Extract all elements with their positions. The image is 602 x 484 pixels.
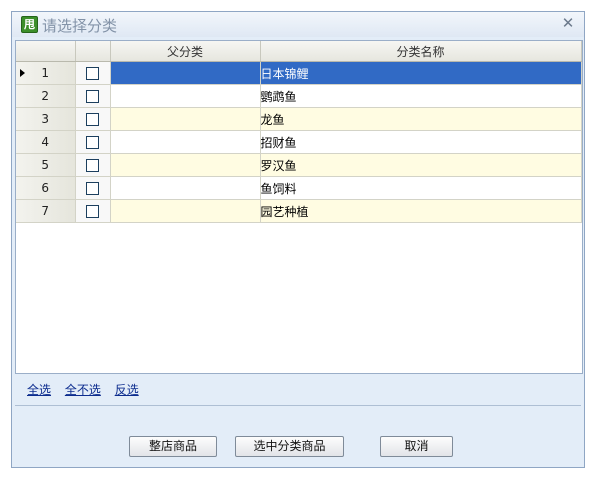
selected-category-products-button[interactable]: 选中分类商品 bbox=[235, 436, 344, 457]
row-checkbox[interactable] bbox=[86, 113, 99, 126]
close-icon[interactable]: ✕ bbox=[559, 14, 577, 32]
row-checkbox[interactable] bbox=[86, 205, 99, 218]
row-number: 4 bbox=[41, 135, 50, 149]
checkbox-cell[interactable] bbox=[75, 107, 111, 131]
parent-category-header[interactable]: 父分类 bbox=[110, 41, 261, 62]
checkbox-cell[interactable] bbox=[75, 153, 111, 177]
app-icon: 甩 bbox=[21, 16, 38, 33]
row-checkbox[interactable] bbox=[86, 67, 99, 80]
row-checkbox[interactable] bbox=[86, 182, 99, 195]
select-all-link[interactable]: 全选 bbox=[27, 383, 51, 397]
row-number: 5 bbox=[41, 158, 50, 172]
parent-category-cell[interactable] bbox=[110, 153, 261, 177]
select-category-dialog: 甩 请选择分类 ✕ 父分类 分类名称 1 日本锦鲤 2 鹦鹉鱼 3 龙鱼 4 招… bbox=[11, 11, 585, 468]
row-header[interactable]: 4 bbox=[16, 130, 76, 154]
parent-category-cell[interactable] bbox=[110, 84, 261, 108]
table-row[interactable]: 5 罗汉鱼 bbox=[16, 153, 582, 177]
row-number: 1 bbox=[41, 66, 50, 80]
row-header[interactable]: 1 bbox=[16, 61, 76, 85]
selection-links: 全选 全不选 反选 bbox=[27, 381, 149, 397]
parent-category-cell[interactable] bbox=[110, 176, 261, 200]
category-name-cell[interactable]: 园艺种植 bbox=[260, 199, 582, 223]
checkbox-cell[interactable] bbox=[75, 61, 111, 85]
cancel-button[interactable]: 取消 bbox=[380, 436, 453, 457]
category-name-cell[interactable]: 罗汉鱼 bbox=[260, 153, 582, 177]
checkbox-column-header[interactable] bbox=[75, 41, 111, 62]
table-row[interactable]: 4 招财鱼 bbox=[16, 130, 582, 154]
row-number: 7 bbox=[41, 204, 50, 218]
table-row[interactable]: 3 龙鱼 bbox=[16, 107, 582, 131]
parent-category-cell[interactable] bbox=[110, 61, 261, 85]
select-none-link[interactable]: 全不选 bbox=[65, 383, 101, 397]
whole-store-products-button[interactable]: 整店商品 bbox=[129, 436, 217, 457]
grid-header-row: 父分类 分类名称 bbox=[16, 41, 582, 62]
row-header[interactable]: 3 bbox=[16, 107, 76, 131]
table-row[interactable]: 2 鹦鹉鱼 bbox=[16, 84, 582, 108]
row-header[interactable]: 2 bbox=[16, 84, 76, 108]
table-row[interactable]: 6 鱼饲料 bbox=[16, 176, 582, 200]
current-row-arrow-icon bbox=[20, 69, 25, 77]
row-header[interactable]: 6 bbox=[16, 176, 76, 200]
row-header[interactable]: 7 bbox=[16, 199, 76, 223]
row-checkbox[interactable] bbox=[86, 136, 99, 149]
category-name-cell[interactable]: 招财鱼 bbox=[260, 130, 582, 154]
category-grid[interactable]: 父分类 分类名称 1 日本锦鲤 2 鹦鹉鱼 3 龙鱼 4 招财鱼 5 罗汉鱼 6… bbox=[15, 40, 583, 374]
category-name-cell[interactable]: 龙鱼 bbox=[260, 107, 582, 131]
table-row[interactable]: 7 园艺种植 bbox=[16, 199, 582, 223]
category-name-cell[interactable]: 鹦鹉鱼 bbox=[260, 84, 582, 108]
invert-selection-link[interactable]: 反选 bbox=[115, 383, 139, 397]
category-name-cell[interactable]: 日本锦鲤 bbox=[260, 61, 582, 85]
checkbox-cell[interactable] bbox=[75, 130, 111, 154]
row-checkbox[interactable] bbox=[86, 90, 99, 103]
divider bbox=[15, 405, 581, 406]
checkbox-cell[interactable] bbox=[75, 199, 111, 223]
row-checkbox[interactable] bbox=[86, 159, 99, 172]
row-number: 3 bbox=[41, 112, 50, 126]
row-number: 2 bbox=[41, 89, 50, 103]
category-name-header[interactable]: 分类名称 bbox=[260, 41, 582, 62]
row-number-header bbox=[16, 41, 76, 62]
parent-category-cell[interactable] bbox=[110, 130, 261, 154]
row-number: 6 bbox=[41, 181, 50, 195]
parent-category-cell[interactable] bbox=[110, 199, 261, 223]
row-header[interactable]: 5 bbox=[16, 153, 76, 177]
dialog-title: 请选择分类 bbox=[42, 17, 118, 35]
checkbox-cell[interactable] bbox=[75, 84, 111, 108]
category-name-cell[interactable]: 鱼饲料 bbox=[260, 176, 582, 200]
parent-category-cell[interactable] bbox=[110, 107, 261, 131]
title-bar: 甩 请选择分类 ✕ bbox=[12, 12, 584, 37]
checkbox-cell[interactable] bbox=[75, 176, 111, 200]
table-row[interactable]: 1 日本锦鲤 bbox=[16, 61, 582, 85]
